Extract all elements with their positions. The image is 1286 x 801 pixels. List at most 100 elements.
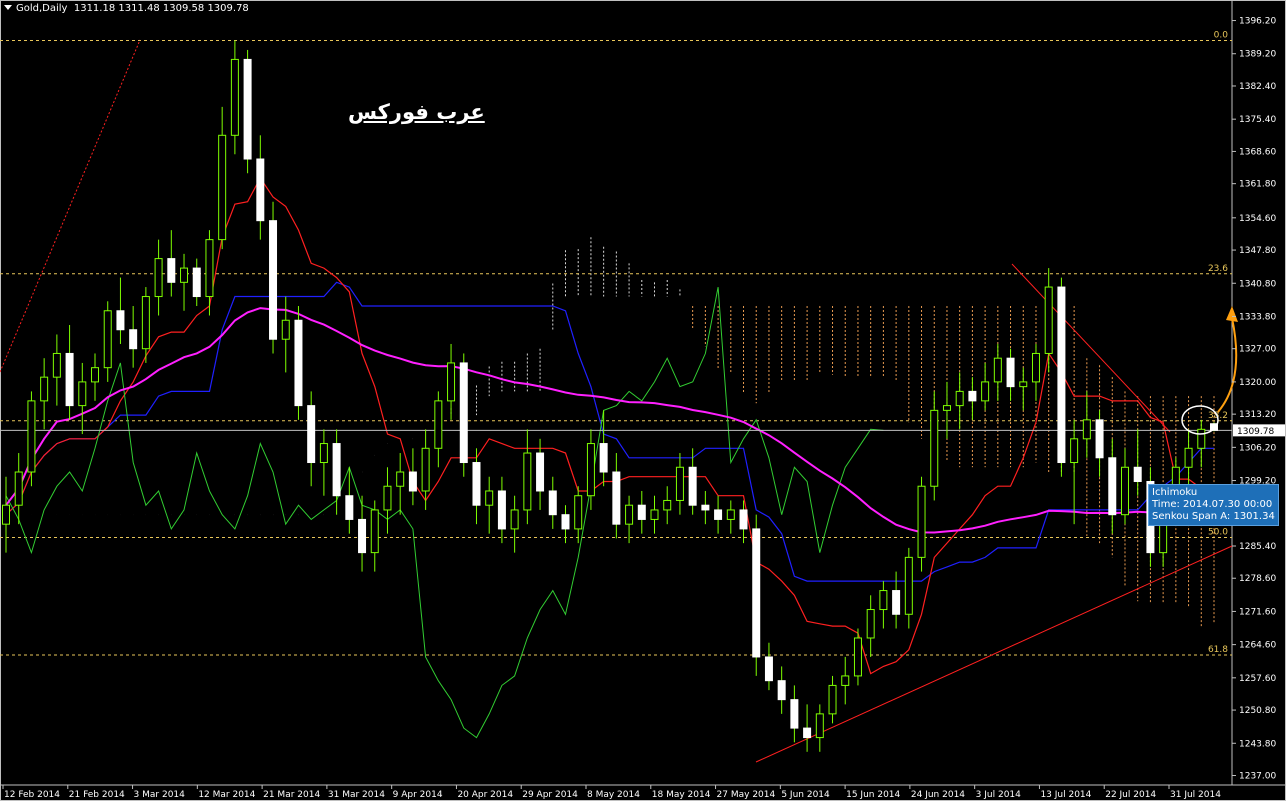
- candle-body: [14, 471, 23, 506]
- time-tick-label: 22 Jul 2014: [1105, 790, 1156, 800]
- tooltip-name: Ichimoku: [1152, 487, 1198, 498]
- price-tick-label: 1354.60: [1239, 214, 1276, 224]
- candle-body: [447, 362, 456, 402]
- candle-body: [116, 310, 125, 331]
- candle-body: [879, 590, 888, 611]
- time-tick-label: 12 Feb 2014: [4, 790, 60, 800]
- price-tick-label: 1361.80: [1239, 180, 1276, 190]
- tooltip-time: Time: 2014.07.30 00:00: [1152, 499, 1273, 510]
- candles: [2, 40, 1218, 752]
- candle-body: [612, 471, 621, 525]
- chevron-down-icon[interactable]: [4, 5, 12, 10]
- time-tick-label: 24 Jun 2014: [911, 790, 965, 800]
- candle-body: [1057, 286, 1066, 464]
- candle-body: [663, 499, 672, 511]
- candle-body: [1133, 466, 1142, 482]
- candle-body: [841, 675, 850, 686]
- arrow-head-icon: [1226, 306, 1238, 322]
- candle-body: [803, 727, 812, 739]
- candle-body: [586, 443, 595, 497]
- candle-body: [281, 319, 290, 340]
- candle-body: [1197, 428, 1206, 449]
- price-tick-label: 1250.80: [1239, 706, 1276, 716]
- candle-body: [307, 405, 316, 464]
- candle-body: [2, 504, 10, 525]
- candle-body: [701, 504, 710, 511]
- candle-body: [561, 514, 570, 530]
- candle-body: [714, 509, 723, 520]
- candle-body: [726, 509, 735, 520]
- candle-body: [1184, 447, 1193, 468]
- candle-body: [917, 485, 926, 558]
- candle-body: [103, 310, 112, 369]
- candle-body: [790, 699, 799, 729]
- candle-body: [968, 390, 977, 402]
- candle-body: [269, 220, 278, 340]
- time-tick-label: 21 Feb 2014: [69, 790, 125, 800]
- symbol-label: Gold,Daily: [16, 3, 68, 14]
- price-tick-label: 1278.60: [1239, 574, 1276, 584]
- candle-body: [396, 471, 405, 487]
- candle-body: [536, 452, 545, 492]
- candle-body: [319, 443, 328, 464]
- up-arrow-icon: [1217, 317, 1238, 413]
- candle-body: [1120, 466, 1129, 516]
- time-tick-label: 27 May 2014: [717, 790, 776, 800]
- candle-body: [167, 258, 176, 283]
- time-tick-label: 31 Mar 2014: [328, 790, 385, 800]
- candle-body: [497, 490, 506, 530]
- candle-body: [764, 656, 773, 682]
- price-tick-label: 1264.60: [1239, 641, 1276, 651]
- tenkan-sen-line: [5, 176, 1215, 675]
- candle-body: [294, 319, 303, 407]
- candle-body: [129, 329, 138, 350]
- candle-body: [523, 452, 532, 511]
- candle-body: [230, 58, 239, 136]
- candle-body: [65, 352, 74, 407]
- price-tick-label: 1327.00: [1239, 345, 1276, 355]
- candle-body: [358, 518, 367, 554]
- price-tick-label: 1340.80: [1239, 279, 1276, 289]
- time-tick-label: 9 Apr 2014: [393, 790, 443, 800]
- price-tick-label: 1237.00: [1239, 772, 1276, 782]
- candle-body: [243, 58, 252, 160]
- price-tick-label: 1271.60: [1239, 607, 1276, 617]
- candle-body: [930, 409, 939, 487]
- candle-body: [1019, 381, 1028, 388]
- candle-body: [625, 504, 634, 525]
- support-trendline: [755, 545, 1233, 763]
- candle-body: [205, 239, 214, 298]
- candle-body: [345, 495, 354, 520]
- time-tick-label: 8 May 2014: [587, 790, 640, 800]
- time-tick-label: 18 May 2014: [652, 790, 711, 800]
- candle-body: [777, 680, 786, 701]
- price-tick-label: 1333.80: [1239, 312, 1276, 322]
- candle-body: [1108, 457, 1117, 516]
- price-tick-label: 1389.20: [1239, 50, 1276, 60]
- time-tick-label: 21 Mar 2014: [263, 790, 320, 800]
- time-tick-label: 12 Mar 2014: [198, 790, 255, 800]
- candle-body: [370, 509, 379, 554]
- time-tick-label: 29 Apr 2014: [522, 790, 578, 800]
- candle-body: [815, 713, 824, 739]
- candle-body: [599, 443, 608, 473]
- time-tick-label: 15 Jun 2014: [846, 790, 900, 800]
- price-chart[interactable]: 0.023.638.250.061.81396.201389.201382.40…: [0, 0, 1286, 801]
- price-tick-label: 1368.60: [1239, 147, 1276, 157]
- candle-body: [828, 684, 837, 715]
- candle-body: [675, 466, 684, 501]
- candle-body: [853, 637, 862, 677]
- candle-body: [904, 556, 913, 615]
- time-tick-label: 3 Mar 2014: [134, 790, 186, 800]
- candle-body: [1044, 286, 1053, 354]
- candle-body: [180, 267, 189, 283]
- price-tick-label: 1285.40: [1239, 542, 1276, 552]
- candle-body: [52, 352, 61, 378]
- price-tick-label: 1382.40: [1239, 82, 1276, 92]
- candle-body: [510, 509, 519, 530]
- candle-body: [40, 376, 49, 402]
- candle-body: [866, 609, 875, 639]
- price-tick-label: 1375.40: [1239, 115, 1276, 125]
- candle-body: [192, 267, 201, 298]
- chikou-span-line: [5, 287, 884, 739]
